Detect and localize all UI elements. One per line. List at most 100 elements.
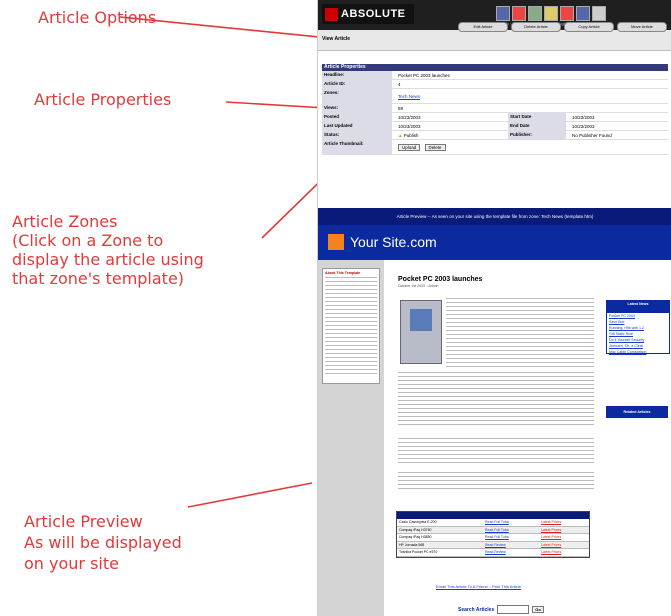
edit-article-button[interactable]: Edit Article [458,22,508,32]
search-icon[interactable] [496,6,510,21]
property-value: 59 [398,105,404,111]
property-row-article-id: Article ID: 4 [322,80,668,89]
property-value: 4 [398,81,401,87]
property-value: Tech News [392,94,420,99]
zone-link[interactable]: Tech News [398,94,420,99]
properties-header: Article Properties [322,64,668,71]
callout-article-properties: Article Properties [34,90,172,109]
table-row: Compaq iPaq H3760 Read Full Tuba Latest … [397,526,589,534]
status-value: Publish [403,132,419,138]
review-link[interactable]: Read Review [485,542,541,549]
callout-article-options: Article Options [38,8,157,27]
property-label: Article ID: [322,80,392,88]
search-go-button[interactable]: Go [532,606,544,613]
preview-strip: Article Preview -- As seen on your site … [318,208,671,225]
price-link[interactable]: Latest Prices [541,542,587,549]
warning-icon: ▲ [398,132,403,138]
thumbnail-actions: Upload Delete [392,143,449,151]
preview-sidebar: About This Template [318,260,384,616]
property-label: Headline: [322,71,392,79]
search-articles: Search Articles Go [458,605,544,614]
cms-screenshot: ABSOLUTE Search · Switch · Users · Views… [317,0,671,616]
logo-text: ABSOLUTE [341,8,406,20]
property-value: 10/23/2003 [398,123,421,129]
table-header [397,512,589,519]
view-article-title: View Article [322,36,351,42]
publisher-value: No Publisher Found [572,132,612,138]
logo-mark-icon [325,7,338,21]
site-header: Your Site.com [318,225,671,260]
latest-news-box: Latest News Pocket PC 2003 Save Box Runn… [606,300,670,354]
price-link[interactable]: Latest Prices [541,534,587,541]
article-byline: October 1st 2003 :: Admin [398,284,439,288]
upload-button[interactable]: Upload [398,143,421,151]
property-label: Last Updated [322,122,392,130]
property-row-headline: Headline: Pocket PC 2003 launches [322,71,668,80]
property-value: Pocket PC 2003 launches [398,72,450,78]
subheader: View Article [318,30,671,51]
property-label: Article Thumbnail: [322,140,392,154]
logo: ABSOLUTE [322,4,414,24]
callout-article-preview: Article Preview As will be displayed on … [24,512,182,573]
latest-news-header: Latest News [607,301,669,313]
price-link[interactable]: Latest Prices [541,519,587,526]
publisher-label: Publisher: [508,131,566,139]
delete-thumbnail-button[interactable]: Delete [424,143,446,151]
article-headline: Pocket PC 2003 launches [398,276,483,283]
switch-icon[interactable] [512,6,526,21]
property-label: Views: [322,104,392,112]
toolbar-icons [496,6,606,21]
property-value: 10/23/2003 [398,114,421,120]
logout-icon[interactable] [592,6,606,21]
email-print-link[interactable]: Email This Article To A Friend :: Print … [436,584,521,589]
handheld-table: Casio Cassiopeia E-200 Read Full Tuba La… [396,511,590,558]
about-template-text [325,277,377,377]
end-date-label: End Date [508,122,566,130]
device-name: Toshiba Pocket PC e570 [399,550,438,554]
device-name: HP Jornada 568 [399,542,425,547]
price-link[interactable]: Latest Prices [541,527,587,534]
property-row-views: Views: 59 [322,104,668,113]
about-template-box: About This Template [322,268,380,384]
table-row: Compaq iPaq H3850 Read Full Tuba Latest … [397,534,589,542]
device-screen-icon [410,309,432,331]
latest-news-link[interactable]: Mac Cable Comparison [607,349,669,355]
delete-article-button[interactable]: Delete Article [511,22,561,32]
copy-article-button[interactable]: Copy Article [564,22,614,32]
property-row-zones: Zones: Tech News [322,89,668,104]
review-link[interactable]: Read Full Tuba [485,527,541,534]
review-link[interactable]: Read Review [485,549,541,556]
device-name: Compaq iPaq H3760 [399,527,432,532]
views-icon[interactable] [544,6,558,21]
review-link[interactable]: Read Full Tuba [485,534,541,541]
article-options-bar: Edit Article Delete Article Copy Article… [458,22,667,32]
preview-main: Pocket PC 2003 launches October 1st 2003… [390,262,600,616]
table-row: Casio Cassiopeia E-200 Read Full Tuba La… [397,519,589,527]
options-icon[interactable] [576,6,590,21]
article-body-text [446,298,594,368]
review-link[interactable]: Read Full Tuba [485,519,541,526]
device-name: Casio Cassiopeia E-200 [399,520,437,524]
table-row: Toshiba Pocket PC e570 Read Review Lates… [397,549,589,557]
article-body-text [398,372,594,428]
property-row-thumbnail: Article Thumbnail: Upload Delete [322,140,668,155]
start-date-label: Start Date [508,113,566,121]
callout-line-preview [187,482,313,508]
callout-article-zones: Article Zones (Click on a Zone to displa… [12,212,204,288]
device-name: Compaq iPaq H3850 [399,535,432,539]
site-title: Your Site.com [350,234,437,250]
article-properties-panel: Article Properties Headline: Pocket PC 2… [322,64,668,155]
move-article-button[interactable]: Move Article [617,22,667,32]
end-date-value: 10/23/2003 [572,123,595,129]
article-body-text [398,438,594,464]
plugins-icon[interactable] [560,6,574,21]
price-link[interactable]: Latest Prices [541,549,587,556]
property-label: Status: [322,131,392,139]
related-articles-header: Related Articles [606,406,668,418]
property-row-updated: Last Updated 10/23/2003 End Date 10/23/2… [322,122,668,131]
property-value: ▲ Publish [392,133,508,138]
table-row: HP Jornada 568 Read Review Latest Prices [397,541,589,549]
search-input[interactable] [497,605,530,614]
property-label: Posted [322,113,392,121]
users-icon[interactable] [528,6,542,21]
